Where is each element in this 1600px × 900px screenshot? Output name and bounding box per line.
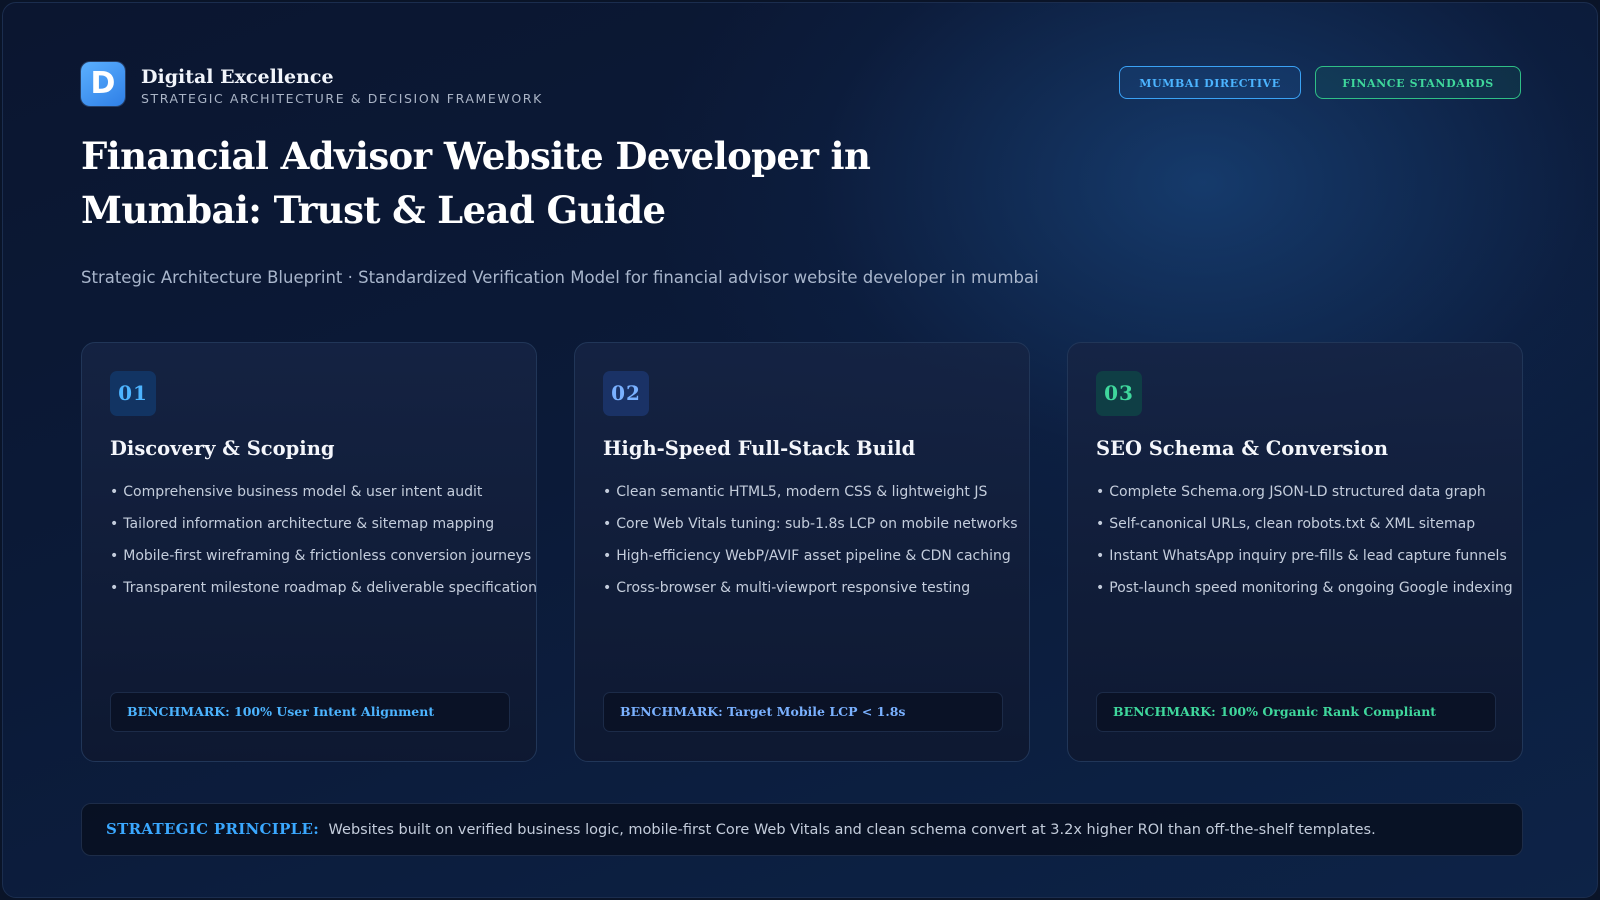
strategic-principle-bar: STRATEGIC PRINCIPLE: Websites built on v…: [81, 803, 1523, 856]
card-list: Complete Schema.org JSON-LD structured d…: [1096, 476, 1513, 604]
card-title: Discovery & Scoping: [110, 437, 335, 460]
card-build: 02 High-Speed Full-Stack Build Clean sem…: [574, 342, 1030, 762]
card-seo: 03 SEO Schema & Conversion Complete Sche…: [1067, 342, 1523, 762]
list-item: Cross-browser & multi-viewport responsiv…: [603, 572, 1018, 604]
benchmark-label: BENCHMARK: Target Mobile LCP < 1.8s: [603, 692, 1003, 732]
page-subtitle: Strategic Architecture Blueprint · Stand…: [81, 268, 1039, 287]
list-item: Post-launch speed monitoring & ongoing G…: [1096, 572, 1512, 604]
brand-text: Digital Excellence STRATEGIC ARCHITECTUR…: [141, 66, 543, 106]
list-item: Mobile-first wireframing & frictionless …: [110, 540, 537, 572]
list-item: Instant WhatsApp inquiry pre-fills & lea…: [1096, 540, 1513, 572]
card-list: Comprehensive business model & user inte…: [110, 476, 537, 604]
list-item: Tailored information architecture & site…: [110, 508, 537, 540]
list-item: Transparent milestone roadmap & delivera…: [110, 572, 537, 604]
card-title: SEO Schema & Conversion: [1096, 437, 1388, 460]
brand-name: Digital Excellence: [141, 66, 334, 88]
list-item: Comprehensive business model & user inte…: [110, 476, 537, 508]
page-title: Financial Advisor Website Developer in M…: [81, 134, 871, 232]
benchmark-label: BENCHMARK: 100% User Intent Alignment: [110, 692, 510, 732]
card-discovery: 01 Discovery & Scoping Comprehensive bus…: [81, 342, 537, 762]
card-number: 03: [1096, 371, 1142, 416]
list-item: Complete Schema.org JSON-LD structured d…: [1096, 476, 1513, 508]
card-list: Clean semantic HTML5, modern CSS & light…: [603, 476, 1018, 604]
brand-header: D Digital Excellence STRATEGIC ARCHITECT…: [81, 62, 543, 106]
principle-label: STRATEGIC PRINCIPLE:: [106, 820, 320, 838]
badge-group: MUMBAI DIRECTIVE FINANCE STANDARDS: [1119, 66, 1521, 99]
slide-frame: D Digital Excellence STRATEGIC ARCHITECT…: [2, 2, 1598, 898]
list-item: High-efficiency WebP/AVIF asset pipeline…: [603, 540, 1018, 572]
benchmark-label: BENCHMARK: 100% Organic Rank Compliant: [1096, 692, 1496, 732]
badge-mumbai-directive: MUMBAI DIRECTIVE: [1119, 66, 1301, 99]
card-title: High-Speed Full-Stack Build: [603, 437, 916, 460]
brand-logo-icon: D: [81, 62, 125, 106]
card-number: 01: [110, 371, 156, 416]
badge-finance-standards: FINANCE STANDARDS: [1315, 66, 1521, 99]
list-item: Core Web Vitals tuning: sub-1.8s LCP on …: [603, 508, 1017, 540]
list-item: Clean semantic HTML5, modern CSS & light…: [603, 476, 1018, 508]
list-item: Self-canonical URLs, clean robots.txt & …: [1096, 508, 1513, 540]
card-number: 02: [603, 371, 649, 416]
brand-tagline: STRATEGIC ARCHITECTURE & DECISION FRAMEW…: [141, 91, 543, 106]
principle-text: Websites built on verified business logi…: [328, 822, 1376, 838]
